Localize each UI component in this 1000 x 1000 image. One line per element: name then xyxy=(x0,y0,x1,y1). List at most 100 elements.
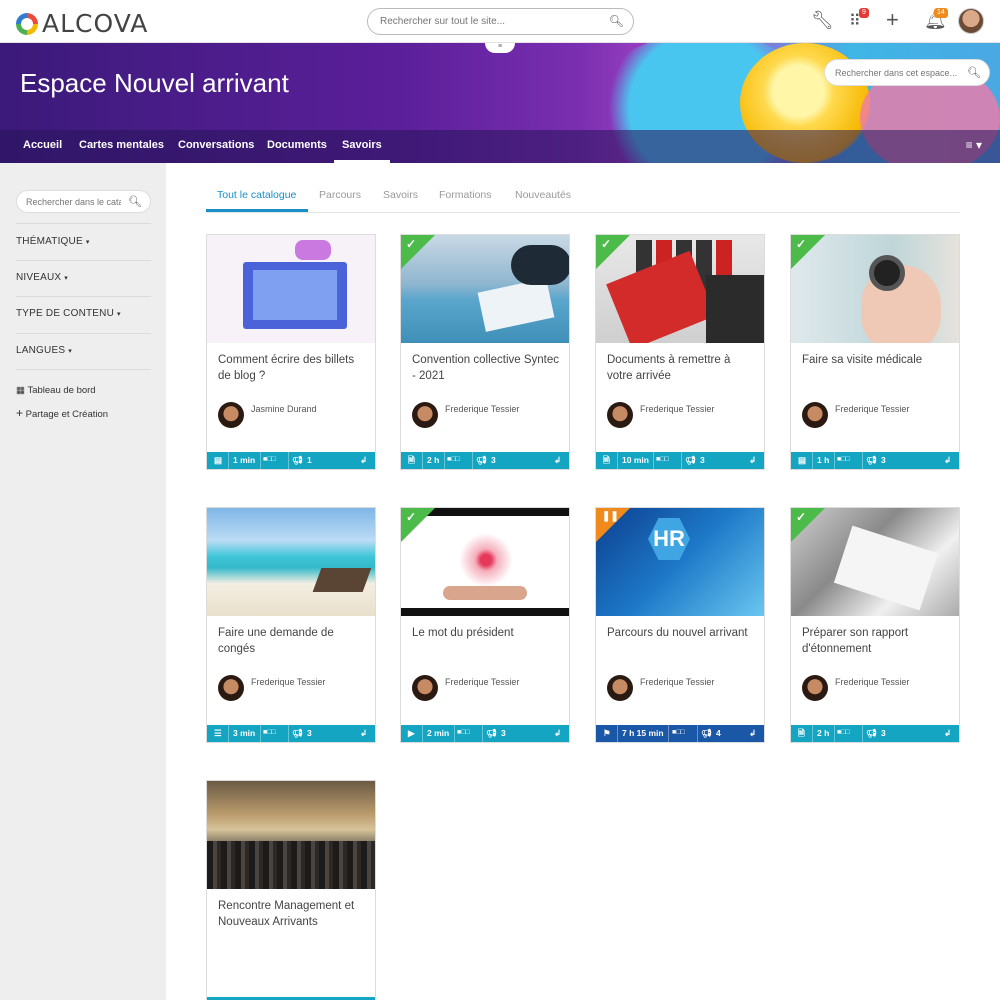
card-duration: 1 min xyxy=(233,455,256,465)
caret-down-icon: ▾ xyxy=(117,311,121,318)
search-icon[interactable]: 🔍︎ xyxy=(967,66,981,79)
catalog-sidebar: 🔍︎ THÉMATIQUE ▾ NIVEAUX ▾ TYPE DE CONTEN… xyxy=(0,163,166,1000)
tab-formations[interactable]: Formations xyxy=(439,189,492,201)
filter-thematique[interactable]: THÉMATIQUE ▾ xyxy=(16,236,151,247)
card-title: Le mot du président xyxy=(412,627,514,639)
card-title: Faire une demande de congés xyxy=(218,627,334,655)
card-author: Frederique Tessier xyxy=(835,404,910,414)
tab-nouveautes[interactable]: Nouveautés xyxy=(515,189,571,201)
enter-icon[interactable]: ↲ xyxy=(360,455,367,466)
search-icon[interactable]: 🔍︎ xyxy=(609,14,624,28)
catalog-card[interactable]: Rencontre Management et Nouveaux Arrivan… xyxy=(206,780,376,1000)
enter-icon[interactable]: ↲ xyxy=(944,728,951,739)
caret-down-icon: ▾ xyxy=(68,348,72,355)
document-icon: ▤ xyxy=(214,455,223,465)
divider xyxy=(16,296,151,297)
megaphone-icon: 📢︎ xyxy=(701,728,712,738)
filter-niveaux[interactable]: NIVEAUX ▾ xyxy=(16,272,151,283)
user-avatar[interactable] xyxy=(958,8,984,34)
divider xyxy=(228,725,229,742)
nav-item-savoirs[interactable]: Savoirs xyxy=(334,130,390,163)
author-avatar xyxy=(802,402,828,428)
divider xyxy=(454,725,455,742)
tab-parcours[interactable]: Parcours xyxy=(319,189,361,201)
catalog-card[interactable]: ✓ Documents à remettre à votre arrivée F… xyxy=(595,234,765,470)
catalog-card[interactable]: Comment écrire des billets de blog ? Jas… xyxy=(206,234,376,470)
divider xyxy=(653,452,654,469)
filter-langues[interactable]: LANGUES ▾ xyxy=(16,345,151,356)
catalog-search-box: 🔍︎ xyxy=(16,190,151,213)
card-thumbnail xyxy=(207,235,375,343)
catalog-search-input[interactable] xyxy=(26,197,121,207)
dashboard-link[interactable]: ▦ Tableau de bord xyxy=(16,385,96,396)
divider xyxy=(16,260,151,261)
enter-icon[interactable]: ↲ xyxy=(749,728,756,739)
nav-more-menu-icon[interactable]: ≡ ▾ xyxy=(966,138,982,152)
nav-item-documents[interactable]: Documents xyxy=(267,130,327,163)
table-icon: ▦ xyxy=(16,385,25,396)
card-count: 3 xyxy=(501,728,506,738)
video-icon: ▶ xyxy=(408,728,415,738)
pause-icon: ❚❚ xyxy=(602,511,619,522)
card-count: 3 xyxy=(491,455,496,465)
enter-icon[interactable]: ↲ xyxy=(944,455,951,466)
document-icon: ▤ xyxy=(798,455,807,465)
divider xyxy=(617,725,618,742)
tab-tout-le-catalogue[interactable]: Tout le catalogue xyxy=(217,189,296,201)
catalog-card[interactable]: ✓ Convention collective Syntec - 2021 Fr… xyxy=(400,234,570,470)
card-count: 1 xyxy=(307,455,312,465)
catalog-card[interactable]: ✓ Faire sa visite médicale Frederique Te… xyxy=(790,234,960,470)
divider xyxy=(862,725,863,742)
nav-item-accueil[interactable]: Accueil xyxy=(23,130,62,163)
card-footer: ⚑ 7 h 15 min ■□□ 📢︎ 4 ↲ xyxy=(596,725,764,742)
catalog-card[interactable]: Faire une demande de congés Frederique T… xyxy=(206,507,376,743)
catalog-card[interactable]: ✓ Préparer son rapport d'étonnement Fred… xyxy=(790,507,960,743)
megaphone-icon: 📢︎ xyxy=(292,728,303,738)
wrench-icon[interactable]: 🔧︎ xyxy=(811,10,834,31)
card-level: ■□□ xyxy=(447,456,460,463)
divider xyxy=(16,333,151,334)
card-title: Parcours du nouvel arrivant xyxy=(607,627,748,639)
plus-icon: + xyxy=(16,406,24,420)
catalog-card[interactable]: HR ❚❚ Parcours du nouvel arrivant Freder… xyxy=(595,507,765,743)
card-thumbnail xyxy=(207,508,375,616)
notifications-badge: 14 xyxy=(934,8,948,18)
filter-type-de-contenu[interactable]: TYPE DE CONTENU ▾ xyxy=(16,308,151,319)
megaphone-icon: 📢︎ xyxy=(486,728,497,738)
divider xyxy=(444,452,445,469)
nav-item-conversations[interactable]: Conversations xyxy=(178,130,254,163)
card-duration: 10 min xyxy=(622,455,649,465)
social-icons-illustration xyxy=(453,530,519,590)
app-logo[interactable]: ALCOVA xyxy=(16,9,148,38)
divider xyxy=(617,452,618,469)
apps-grid-icon[interactable]: ⠿ xyxy=(849,11,861,31)
plus-icon[interactable]: + xyxy=(886,7,899,33)
site-search-input[interactable] xyxy=(380,16,600,27)
enter-icon[interactable]: ↲ xyxy=(360,728,367,739)
enter-icon[interactable]: ↲ xyxy=(749,455,756,466)
card-duration: 2 h xyxy=(817,728,830,738)
divider xyxy=(812,725,813,742)
card-footer: 🗎︎ 2 h ■□□ 📢︎ 3 ↲ xyxy=(791,725,959,742)
nav-item-cartes-mentales[interactable]: Cartes mentales xyxy=(79,130,164,163)
caret-down-icon: ▾ xyxy=(64,275,69,282)
card-level: ■□□ xyxy=(672,729,685,736)
divider xyxy=(697,725,698,742)
card-duration: 2 min xyxy=(427,728,450,738)
card-footer: ▤ 1 h ■□□ 📢︎ 3 ↲ xyxy=(791,452,959,469)
check-icon: ✓ xyxy=(796,510,807,524)
divider xyxy=(834,452,835,469)
enter-icon[interactable]: ↲ xyxy=(554,728,561,739)
tab-savoirs[interactable]: Savoirs xyxy=(383,189,418,201)
share-create-link[interactable]: + Partage et Création xyxy=(16,406,108,420)
space-search-input[interactable] xyxy=(835,68,970,78)
logo-ring-icon xyxy=(16,12,38,35)
megaphone-icon: 📢︎ xyxy=(476,455,487,465)
enter-icon[interactable]: ↲ xyxy=(554,455,561,466)
card-footer: ▶ 2 min ■□□ 📢︎ 3 ↲ xyxy=(401,725,569,742)
catalog-card[interactable]: ✓ Le mot du président Frederique Tessier… xyxy=(400,507,570,743)
search-icon[interactable]: 🔍︎ xyxy=(128,195,142,208)
hand-phone-illustration xyxy=(443,586,527,600)
catalog-tabs: Tout le catalogue Parcours Savoirs Forma… xyxy=(206,182,960,213)
card-level: ■□□ xyxy=(837,729,850,736)
